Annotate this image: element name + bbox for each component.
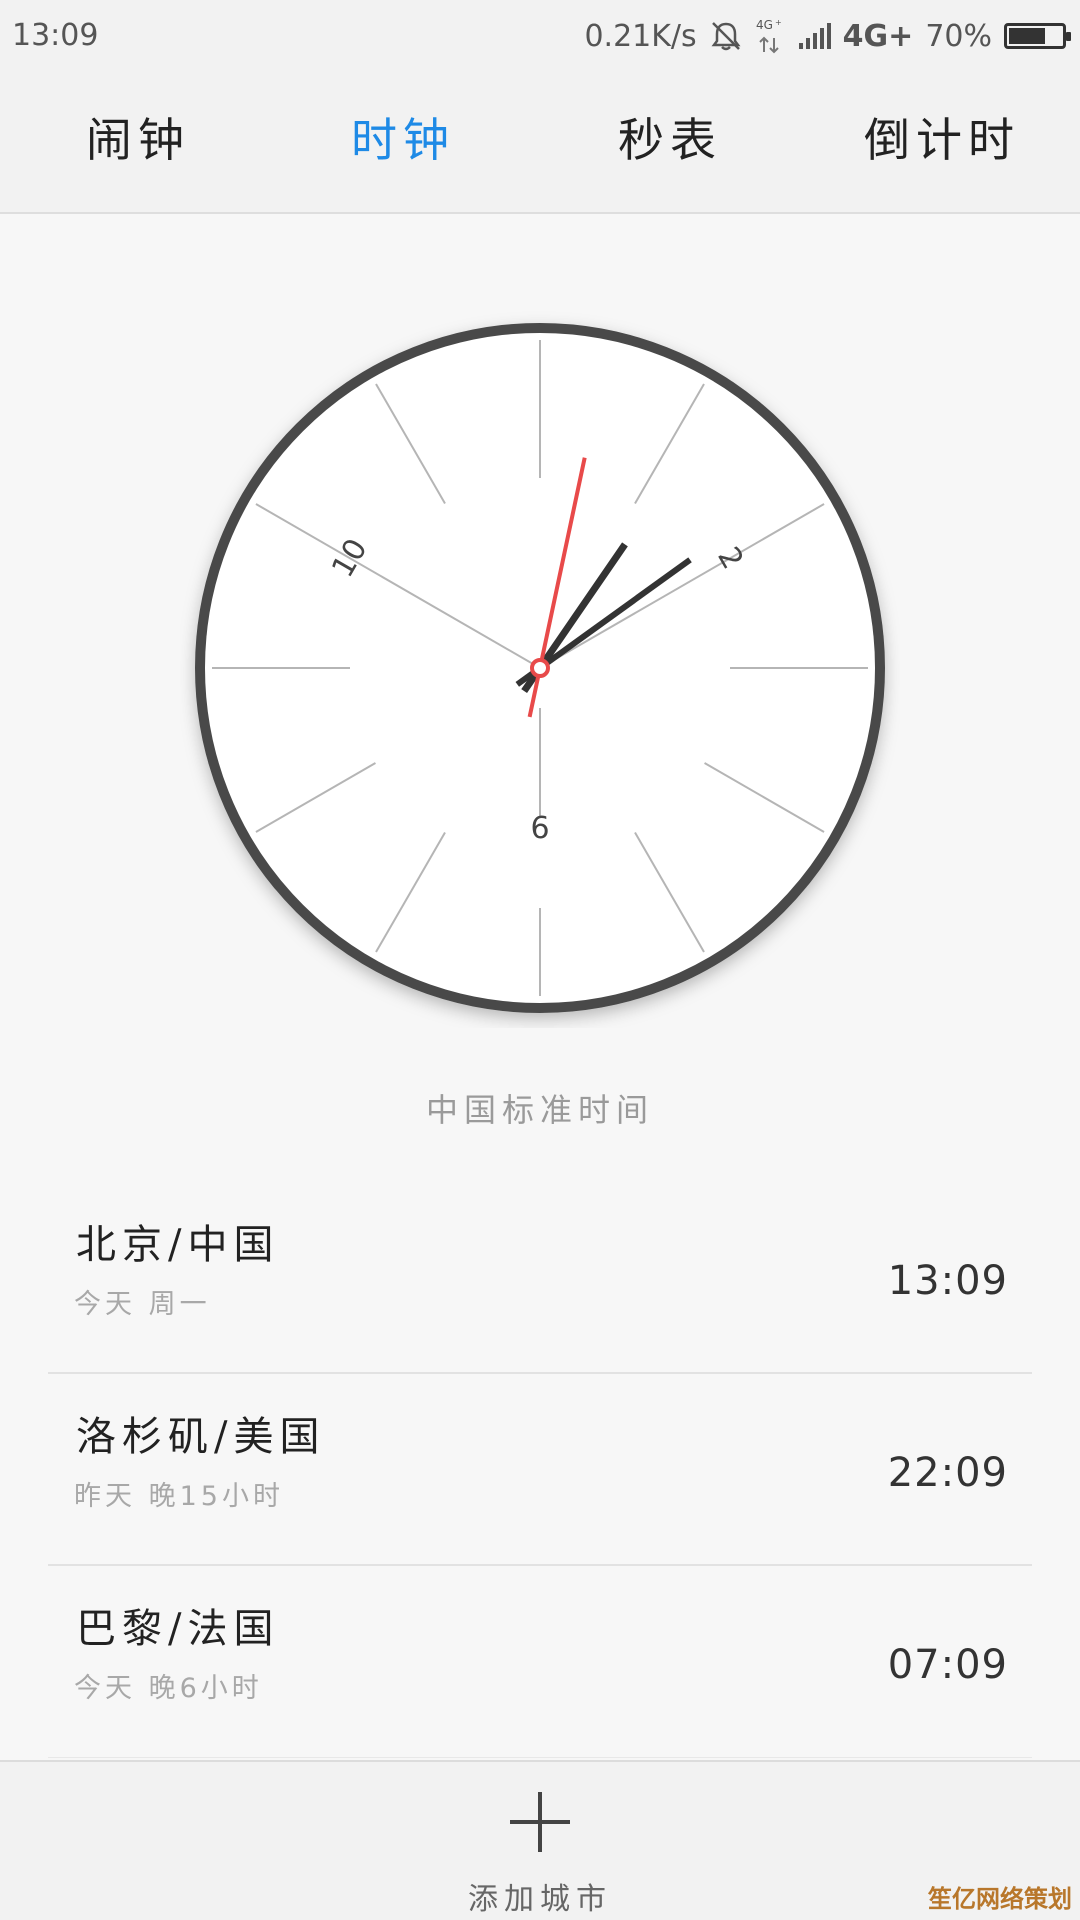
clock-app-screen: 13:09 0.21K/s 4G + 4G+ 70% 闹钟 时钟 秒表 倒计时 … [0,0,1080,1920]
status-time: 13:09 [12,18,99,53]
tab-clock[interactable]: 时钟 [293,100,513,180]
city-day-offset: 昨天 晚15小时 [74,1481,284,1512]
add-city-button[interactable]: 添加城市 [440,1782,640,1917]
timezone-label: 中国标准时间 [425,1091,654,1129]
city-time: 13:09 [887,1258,1008,1304]
status-icons: 0.21K/s 4G + 4G+ 70% [584,14,1071,58]
tab-timer[interactable]: 倒计时 [832,100,1052,180]
world-clock-list: 北京/中国 今天 周一 13:09 洛杉矶/美国 昨天 晚15小时 22:09 … [48,1182,1032,1758]
city-day-offset: 今天 周一 [74,1289,211,1320]
clock-numeral-6: 6 [530,811,549,846]
analog-clock-area: 10 2 6 [0,214,1080,1134]
tab-bar: 闹钟 时钟 秒表 倒计时 [0,72,1080,214]
city-time: 07:09 [887,1642,1008,1688]
data-arrows-icon: 4G + [755,16,785,56]
tab-alarm[interactable]: 闹钟 [28,100,248,180]
signal-icon [797,21,831,51]
battery-fill [1009,28,1045,44]
city-time: 22:09 [887,1450,1008,1496]
list-item-city[interactable]: 巴黎/法国 今天 晚6小时 07:09 [48,1566,1032,1758]
small-net-label: 4G [756,18,773,32]
plus-icon [510,1792,570,1852]
tab-stopwatch[interactable]: 秒表 [560,100,780,180]
battery-percent: 70% [925,18,992,54]
bell-off-icon [709,19,743,53]
add-city-label: 添加城市 [468,1882,612,1917]
analog-clock-face: 10 2 6 [195,323,885,1013]
network-speed: 0.21K/s [584,18,697,54]
network-type: 4G+ [842,18,914,54]
city-name: 北京/中国 [76,1222,280,1268]
list-item-city[interactable]: 北京/中国 今天 周一 13:09 [48,1182,1032,1374]
bottom-bar: 添加城市 笙亿网络策划 [0,1760,1080,1920]
city-name: 巴黎/法国 [76,1606,280,1652]
battery-icon [1004,23,1071,49]
list-item-city[interactable]: 洛杉矶/美国 昨天 晚15小时 22:09 [48,1374,1032,1566]
city-name: 洛杉矶/美国 [76,1414,326,1460]
city-day-offset: 今天 晚6小时 [74,1673,263,1704]
status-bar: 13:09 0.21K/s 4G + 4G+ 70% [0,0,1080,72]
watermark: 笙亿网络策划 [928,1885,1072,1913]
svg-text:+: + [775,18,782,27]
clock-center-pin [530,658,550,678]
